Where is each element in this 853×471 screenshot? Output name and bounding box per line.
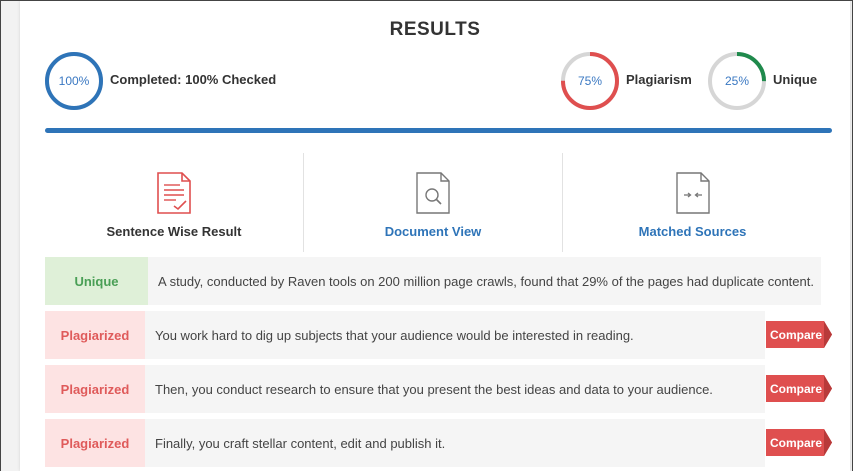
sentence-text-value: A study, conducted by Raven tools on 200… <box>158 273 814 289</box>
completed-progress-ring: 100% <box>44 51 104 111</box>
document-check-icon <box>157 172 191 214</box>
tab-document-view-label: Document View <box>384 224 482 239</box>
unique-percent: 25% <box>724 74 750 88</box>
result-row: Plagiarized You work hard to dig up subj… <box>45 311 832 359</box>
sentence-text: A study, conducted by Raven tools on 200… <box>148 257 821 305</box>
results-title: RESULTS <box>389 19 481 40</box>
status-badge: Plagiarized <box>45 419 145 467</box>
document-search-icon <box>416 172 450 214</box>
sentence-text-value: Finally, you craft stellar content, edit… <box>155 435 446 451</box>
result-row: Plagiarized Finally, you craft stellar c… <box>45 419 832 467</box>
sentence-text-value: You work hard to dig up subjects that yo… <box>155 327 634 343</box>
document-compare-icon <box>675 172 710 214</box>
plagiarism-progress-ring: 75% <box>560 51 620 111</box>
compare-button[interactable]: Compare <box>766 429 834 456</box>
sentence-text: You work hard to dig up subjects that yo… <box>145 311 765 359</box>
status-badge: Plagiarized <box>45 311 145 359</box>
plagiarism-percent: 75% <box>577 74 603 88</box>
compare-button[interactable]: Compare <box>766 375 834 402</box>
compare-button[interactable]: Compare <box>766 321 834 348</box>
sentence-text: Finally, you craft stellar content, edit… <box>145 419 765 467</box>
compare-button-label: Compare <box>769 381 822 396</box>
section-divider <box>45 128 832 133</box>
compare-button-label: Compare <box>769 327 822 342</box>
tab-matched-sources-label: Matched Sources <box>638 224 747 239</box>
plagiarism-label: Plagiarism <box>626 72 692 87</box>
results-panel: RESULTS 100% Completed: 100% Checked 75%… <box>20 0 850 471</box>
compare-button-label: Compare <box>769 435 822 450</box>
result-row: Unique A study, conducted by Raven tools… <box>45 257 832 305</box>
sentence-text: Then, you conduct research to ensure tha… <box>145 365 765 413</box>
unique-progress-ring: 25% <box>707 51 767 111</box>
completed-label: Completed: 100% Checked <box>110 72 277 87</box>
tab-matched-sources[interactable]: Matched Sources <box>563 153 822 252</box>
sentence-text-value: Then, you conduct research to ensure tha… <box>155 381 713 397</box>
status-badge: Unique <box>45 257 148 305</box>
tab-sentence-wise-result[interactable]: Sentence Wise Result <box>45 153 304 252</box>
tab-document-view[interactable]: Document View <box>304 153 563 252</box>
completed-percent: 100% <box>58 74 90 88</box>
unique-label: Unique <box>773 72 818 87</box>
status-badge: Plagiarized <box>45 365 145 413</box>
tab-sentence-wise-result-label: Sentence Wise Result <box>106 224 242 239</box>
result-row: Plagiarized Then, you conduct research t… <box>45 365 832 413</box>
